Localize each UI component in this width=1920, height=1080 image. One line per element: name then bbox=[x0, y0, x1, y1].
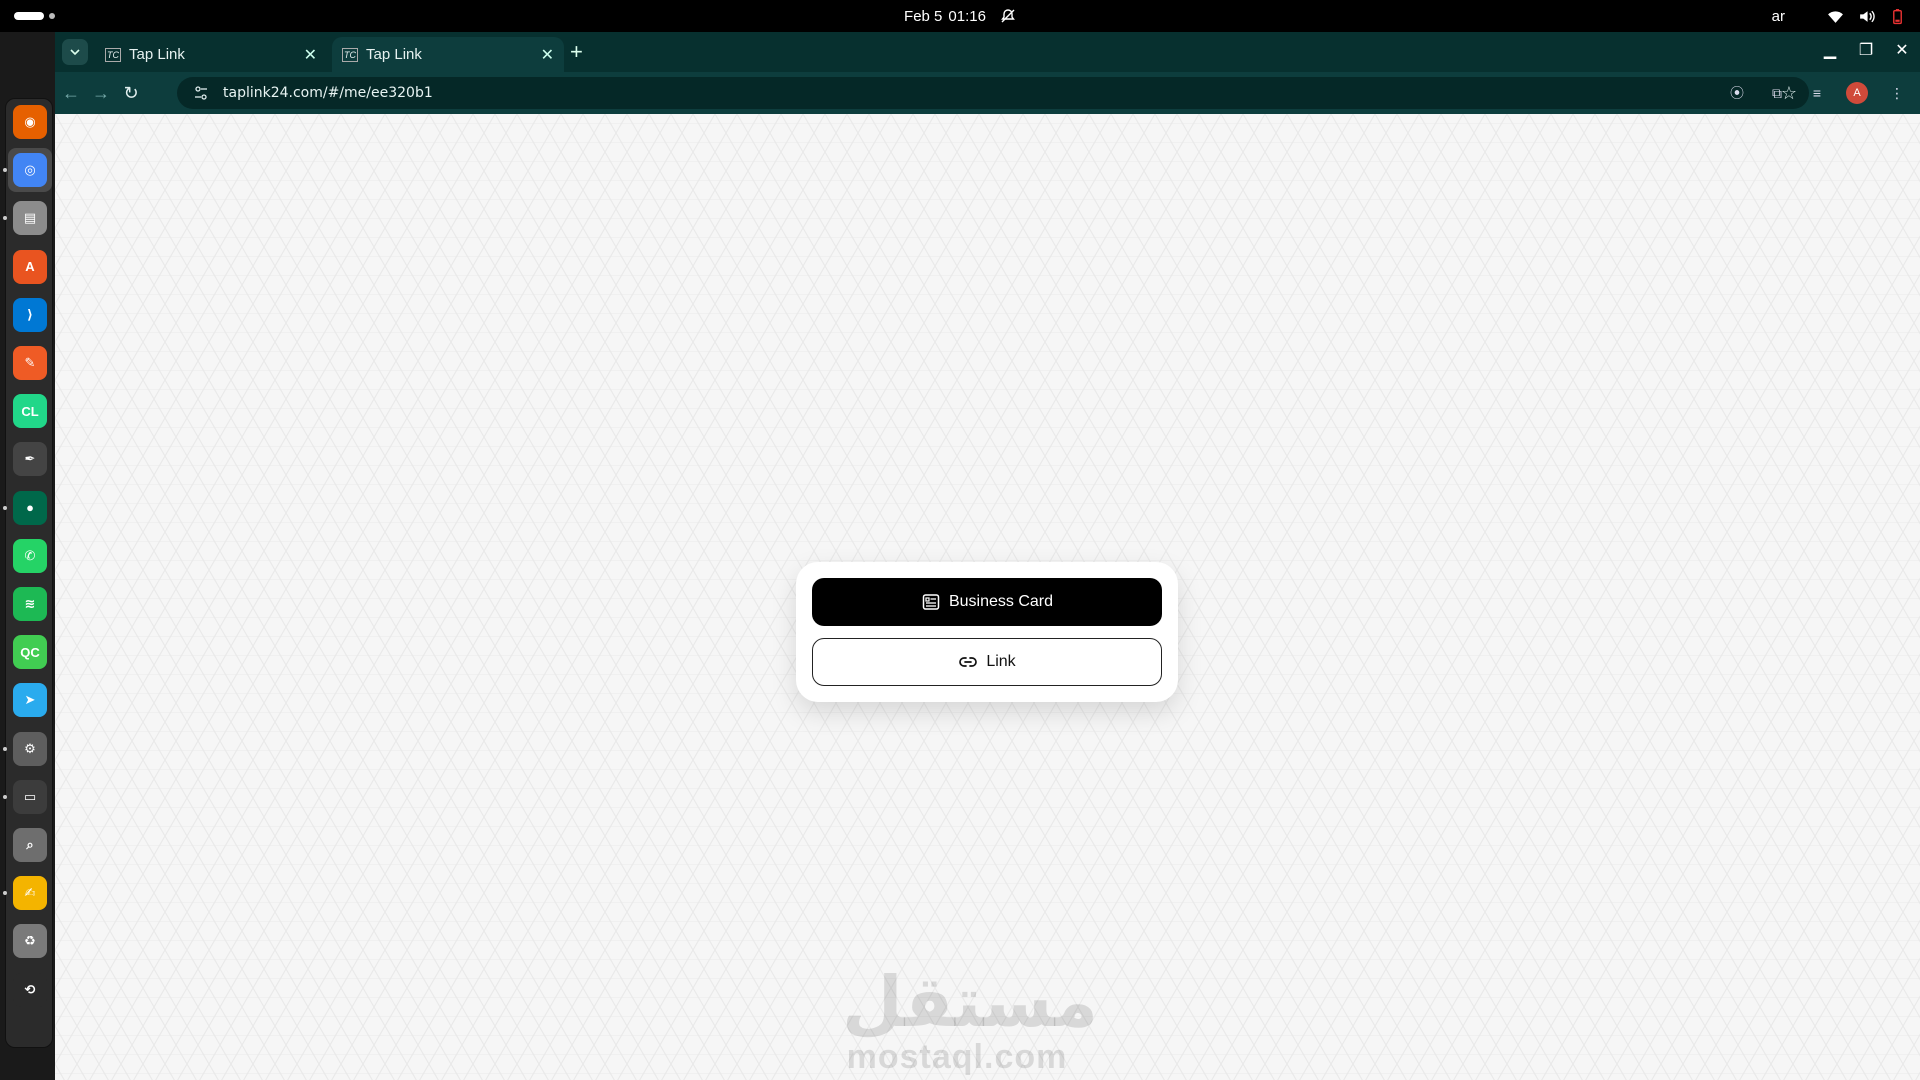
system-top-bar: Feb 5 01:16 ar bbox=[0, 0, 1920, 32]
dock-app-whatsapp-icon[interactable]: ✆ bbox=[13, 538, 47, 573]
input-language[interactable]: ar bbox=[1772, 8, 1785, 25]
link-options-card: Business Card Link bbox=[796, 562, 1178, 702]
link-label: Link bbox=[986, 653, 1016, 670]
dock-app-text-editor-icon[interactable]: ✍ bbox=[13, 876, 47, 911]
browser-toolbar: ← → ↻ taplink24.com/#/me/ee320b1 ☆ ⦿ ⧉ ≡… bbox=[55, 72, 1920, 114]
dock-app-inkscape-icon[interactable]: ✒ bbox=[13, 442, 47, 477]
dock-app-glyph: ⟩ bbox=[13, 297, 47, 332]
window-controls: ▁ ❐ ✕ bbox=[1822, 40, 1910, 60]
notifications-off-icon bbox=[1001, 9, 1015, 23]
dock-app-glyph: ♻ bbox=[13, 924, 47, 959]
dock-app-glyph: ◉ bbox=[13, 105, 47, 139]
watermark-logo: مستقل mostaql.com bbox=[842, 961, 1099, 1076]
address-bar[interactable]: taplink24.com/#/me/ee320b1 ☆ bbox=[177, 77, 1809, 109]
tab-favicon: TC bbox=[105, 47, 121, 62]
clock-time: 01:16 bbox=[948, 7, 986, 25]
reload-icon[interactable]: ↻ bbox=[121, 83, 141, 103]
menu-kebab-icon[interactable]: ⋮ bbox=[1886, 82, 1908, 104]
dock-app-postman-icon[interactable]: ✎ bbox=[13, 346, 47, 380]
dock-app-clion-icon[interactable]: CL bbox=[13, 394, 47, 429]
dock-app-show-apps-icon[interactable]: ⟲ bbox=[13, 972, 47, 1007]
tab-1[interactable]: TC Tap Link ✕ bbox=[95, 37, 327, 72]
dock-app-terminal-icon[interactable]: ▭ bbox=[13, 779, 47, 814]
back-arrow-icon[interactable]: ← bbox=[61, 83, 81, 103]
link-icon bbox=[959, 657, 978, 667]
dock-app-mongodb-compass-icon[interactable]: ● bbox=[13, 490, 47, 525]
url-text[interactable]: taplink24.com/#/me/ee320b1 bbox=[223, 85, 433, 101]
page-viewport: Business Card Link مستقل mostaql.com bbox=[55, 114, 1920, 1080]
dock-app-glyph: ▭ bbox=[13, 779, 47, 814]
dock-app-telegram-icon[interactable]: ➤ bbox=[13, 683, 47, 718]
dock-app-glyph: ✒ bbox=[13, 442, 47, 477]
chevron-down-icon bbox=[70, 49, 80, 56]
dock-app-glyph: ◎ bbox=[13, 153, 47, 188]
dock-app-app-center-icon[interactable]: A bbox=[13, 249, 47, 284]
media-cast-icon[interactable]: ⦿ bbox=[1726, 82, 1748, 104]
site-settings-icon[interactable] bbox=[191, 83, 211, 103]
dock-panel: ◉ ◎ ▤ A ⟩ ✎ CL ✒ ● ✆ ≋ QC ➤ ⚙ ▭ ⌕ ✍ ♻ ⟲ bbox=[3, 98, 53, 1048]
watermark-english: mostaql.com bbox=[846, 1038, 1068, 1076]
business-card-label: Business Card bbox=[948, 593, 1054, 610]
dock-app-glyph: ➤ bbox=[13, 683, 47, 718]
reading-list-icon[interactable]: ≡ bbox=[1806, 82, 1828, 104]
dock-app-glyph: QC bbox=[13, 635, 47, 670]
restore-icon[interactable]: ❐ bbox=[1858, 40, 1874, 60]
tab-title: Tap Link bbox=[366, 46, 422, 63]
dock-app-glyph: ✎ bbox=[13, 346, 47, 380]
business-card-button[interactable]: Business Card bbox=[812, 578, 1162, 626]
dock-app-trash-icon[interactable]: ♻ bbox=[13, 924, 47, 959]
new-tab-button[interactable]: + bbox=[570, 40, 583, 64]
tab-2[interactable]: TC Tap Link ✕ bbox=[332, 37, 564, 72]
dock: ◉ ◎ ▤ A ⟩ ✎ CL ✒ ● ✆ ≋ QC ➤ ⚙ ▭ ⌕ ✍ ♻ ⟲ bbox=[0, 32, 55, 1080]
dock-running-indicator bbox=[3, 746, 7, 751]
profile-avatar[interactable]: A bbox=[1846, 82, 1868, 104]
dock-app-glyph: ⟲ bbox=[13, 972, 47, 1007]
close-window-icon[interactable]: ✕ bbox=[1894, 40, 1910, 60]
dock-app-spotify-icon[interactable]: ≋ bbox=[13, 587, 47, 621]
system-tray[interactable]: ar bbox=[1772, 0, 1906, 32]
dock-app-glyph: ✆ bbox=[13, 538, 47, 573]
tab-close-icon[interactable]: ✕ bbox=[304, 45, 317, 65]
volume-icon bbox=[1860, 10, 1875, 22]
clock[interactable]: Feb 5 01:16 bbox=[0, 0, 1920, 32]
id-card-icon bbox=[922, 594, 940, 610]
browser-window: TC Tap Link ✕ TC Tap Link ✕ + ▁ ❐ ✕ ← → … bbox=[55, 32, 1920, 1080]
tab-close-icon[interactable]: ✕ bbox=[541, 45, 554, 65]
dock-app-glyph: ⚙ bbox=[13, 731, 47, 766]
dock-app-glyph: CL bbox=[13, 394, 47, 429]
dock-running-indicator bbox=[3, 505, 7, 510]
dock-app-glyph: ▤ bbox=[13, 201, 47, 236]
tab-bar: TC Tap Link ✕ TC Tap Link ✕ + ▁ ❐ ✕ bbox=[55, 32, 1920, 72]
dock-app-vscode-icon[interactable]: ⟩ bbox=[13, 297, 47, 332]
dock-running-indicator bbox=[3, 794, 7, 799]
dock-app-settings-icon[interactable]: ⚙ bbox=[13, 731, 47, 766]
dock-running-indicator bbox=[3, 216, 7, 221]
tab-title: Tap Link bbox=[129, 46, 185, 63]
tab-favicon: TC bbox=[342, 47, 358, 62]
dock-app-glyph: ✍ bbox=[13, 876, 47, 911]
dock-app-qt-creator-icon[interactable]: QC bbox=[13, 635, 47, 670]
extensions-icon[interactable]: ⧉ bbox=[1766, 82, 1788, 104]
clock-date: Feb 5 bbox=[904, 7, 943, 25]
battery-icon bbox=[1893, 8, 1902, 24]
watermark-arabic: مستقل bbox=[842, 961, 1099, 1043]
dock-app-chrome-icon[interactable]: ◎ bbox=[8, 148, 52, 193]
toolbar-actions: ⦿ ⧉ ≡ A ⋮ bbox=[1726, 82, 1908, 104]
dock-app-files-icon[interactable]: ▤ bbox=[13, 201, 47, 236]
wifi-icon bbox=[1828, 10, 1843, 23]
dock-app-image-viewer-icon[interactable]: ⌕ bbox=[13, 828, 47, 862]
dock-app-glyph: ● bbox=[13, 490, 47, 525]
minimize-icon[interactable]: ▁ bbox=[1822, 40, 1838, 60]
dock-app-firefox-icon[interactable]: ◉ bbox=[13, 105, 47, 139]
link-button[interactable]: Link bbox=[812, 638, 1162, 686]
forward-arrow-icon[interactable]: → bbox=[91, 83, 111, 103]
dock-running-indicator bbox=[3, 168, 7, 173]
dock-app-glyph: ⌕ bbox=[13, 828, 47, 862]
dock-app-glyph: A bbox=[13, 249, 47, 284]
dock-running-indicator bbox=[3, 891, 7, 896]
tab-search-button[interactable] bbox=[62, 39, 88, 65]
dock-app-glyph: ≋ bbox=[13, 587, 47, 621]
